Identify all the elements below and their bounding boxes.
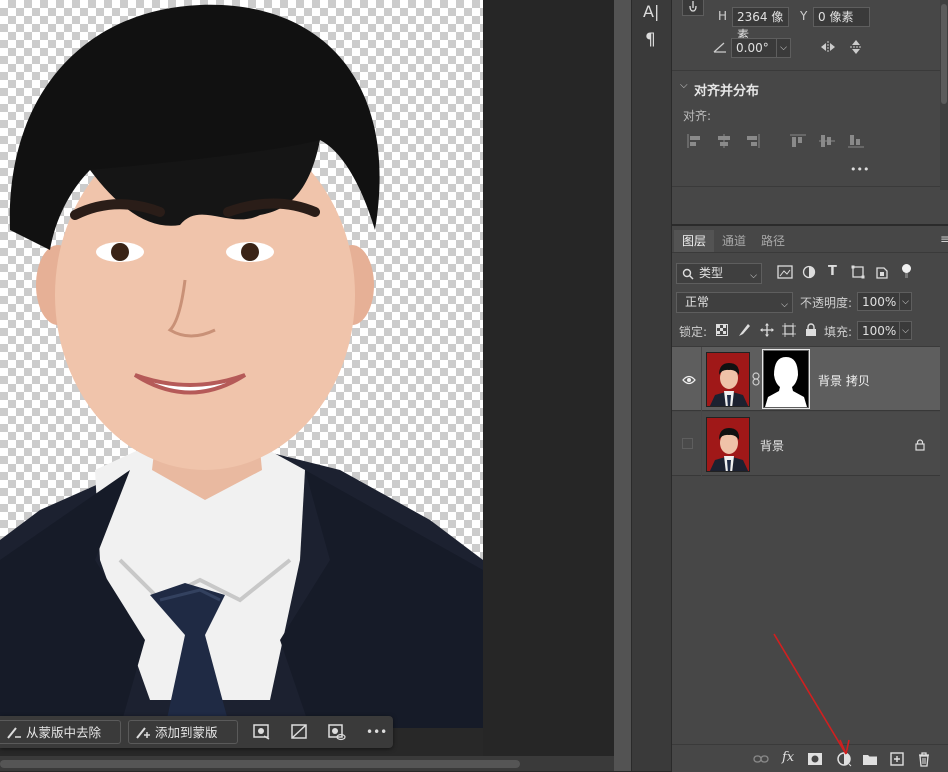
chevron-down-icon: ⌵ — [899, 322, 909, 340]
angle-value: 0.00° — [736, 41, 769, 55]
blend-mode-select[interactable]: 正常 ⌵ — [676, 292, 793, 313]
lock-image-pixels-icon[interactable] — [737, 323, 751, 337]
blend-mode-value: 正常 — [685, 295, 710, 309]
opacity-label: 不透明度: — [800, 296, 853, 310]
link-dimensions-button[interactable] — [682, 0, 704, 16]
properties-scrollbar-thumb[interactable] — [941, 4, 947, 104]
layer-thumbnail — [706, 417, 750, 472]
visibility-toggle-off[interactable] — [682, 438, 693, 449]
disable-mask-icon[interactable] — [289, 722, 309, 742]
opacity-value: 100% — [862, 295, 897, 309]
flip-vertical-icon[interactable] — [849, 39, 863, 55]
properties-panel: H 2364 像素 Y 0 像素 0.00° ⌵ ⌵ 对齐并分布 对齐: ••• — [672, 0, 948, 224]
portrait-cutout-image — [0, 4, 483, 728]
fx-icon[interactable]: fx — [782, 750, 794, 765]
lock-icon — [915, 439, 925, 451]
filter-pixel-icon[interactable] — [777, 265, 793, 279]
lock-label: 锁定: — [679, 325, 708, 339]
filter-smart-object-icon[interactable] — [875, 265, 889, 279]
chevron-down-icon: ⌵ — [750, 271, 757, 281]
link-icon — [689, 1, 697, 12]
add-mask-icon[interactable] — [807, 751, 823, 767]
section-collapse-icon[interactable]: ⌵ — [680, 80, 688, 91]
new-adjustment-layer-icon[interactable] — [836, 751, 852, 767]
align-label: 对齐: — [683, 109, 712, 123]
more-options-button[interactable]: ••• — [366, 722, 387, 742]
panel-menu-icon[interactable]: ≡ — [940, 232, 948, 246]
align-top-icon[interactable] — [789, 133, 807, 149]
layer-name[interactable]: 背景 拷贝 — [818, 372, 870, 389]
delete-layer-icon[interactable] — [916, 751, 932, 767]
panel-icon-strip: A| ¶ — [631, 0, 672, 771]
opacity-input[interactable]: 100% ⌵ — [857, 292, 912, 311]
y-label: Y — [800, 9, 808, 23]
view-mask-icon[interactable] — [326, 722, 346, 742]
filter-adjustment-icon[interactable] — [802, 265, 816, 279]
contextual-taskbar: 从蒙版中去除 添加到蒙版 ••• — [0, 716, 393, 748]
subtract-from-mask-label: 从蒙版中去除 — [26, 725, 102, 740]
y-input[interactable]: 0 像素 — [813, 7, 870, 27]
character-panel-icon[interactable]: A| — [643, 2, 659, 21]
link-layers-icon[interactable] — [753, 751, 769, 767]
align-vertical-center-icon[interactable] — [818, 133, 836, 149]
align-left-icon[interactable] — [686, 133, 704, 149]
lock-all-icon[interactable] — [805, 323, 817, 337]
flip-horizontal-icon[interactable] — [820, 40, 836, 54]
add-to-mask-button[interactable]: 添加到蒙版 — [128, 720, 238, 744]
chevron-down-icon: ⌵ — [776, 39, 787, 57]
tab-channels[interactable]: 通道 — [714, 230, 754, 252]
chevron-down-icon: ⌵ — [899, 293, 909, 311]
lock-artboard-icon[interactable] — [782, 323, 796, 337]
new-group-icon[interactable] — [862, 751, 878, 767]
chain-link-icon[interactable] — [752, 372, 760, 386]
align-horizontal-center-icon[interactable] — [715, 133, 733, 149]
more-align-options-button[interactable]: ••• — [850, 163, 869, 176]
align-section-title: 对齐并分布 — [694, 84, 760, 99]
layer-name[interactable]: 背景 — [760, 437, 784, 454]
fill-input[interactable]: 100% ⌵ — [857, 321, 912, 340]
align-right-icon[interactable] — [743, 133, 761, 149]
canvas-pasteboard — [483, 0, 614, 756]
layers-scrollbar[interactable] — [940, 347, 948, 744]
tab-layers[interactable]: 图层 — [674, 230, 715, 252]
document-canvas[interactable] — [0, 0, 483, 728]
layer-thumbnail — [706, 352, 750, 407]
paragraph-panel-icon[interactable]: ¶ — [645, 30, 656, 50]
subtract-from-mask-button[interactable]: 从蒙版中去除 — [0, 720, 121, 744]
fill-label: 填充: — [824, 325, 853, 339]
brush-minus-icon — [7, 727, 21, 739]
filter-toggle-switch[interactable] — [902, 264, 911, 278]
height-input[interactable]: 2364 像素 — [732, 7, 789, 42]
filter-kind-value: 类型 — [699, 266, 724, 280]
lock-position-icon[interactable] — [760, 323, 774, 337]
align-bottom-icon[interactable] — [847, 133, 865, 149]
filter-shape-icon[interactable] — [851, 265, 865, 279]
angle-icon — [713, 42, 726, 53]
filter-kind-select[interactable]: 类型 ⌵ — [676, 263, 762, 284]
filter-type-icon[interactable]: T — [828, 264, 837, 279]
angle-input[interactable]: 0.00° ⌵ — [731, 38, 791, 58]
search-icon — [682, 268, 694, 280]
horizontal-scrollbar-thumb[interactable] — [0, 760, 520, 768]
add-to-mask-label: 添加到蒙版 — [155, 725, 218, 740]
height-label: H — [718, 9, 728, 23]
chevron-down-icon: ⌵ — [781, 300, 788, 310]
mask-options-icon[interactable] — [252, 722, 272, 742]
brush-plus-icon — [136, 727, 150, 739]
lock-transparent-pixels-icon[interactable] — [716, 324, 728, 336]
tab-paths[interactable]: 路径 — [753, 230, 793, 252]
fill-value: 100% — [862, 324, 897, 338]
layer-row-background-copy[interactable]: 背景 拷贝 — [672, 347, 940, 411]
panel-divider — [614, 0, 631, 771]
new-layer-icon[interactable] — [889, 751, 905, 767]
eye-icon[interactable] — [682, 375, 696, 385]
layer-row-background[interactable]: 背景 — [672, 412, 940, 476]
layer-mask-thumbnail[interactable] — [762, 349, 810, 409]
